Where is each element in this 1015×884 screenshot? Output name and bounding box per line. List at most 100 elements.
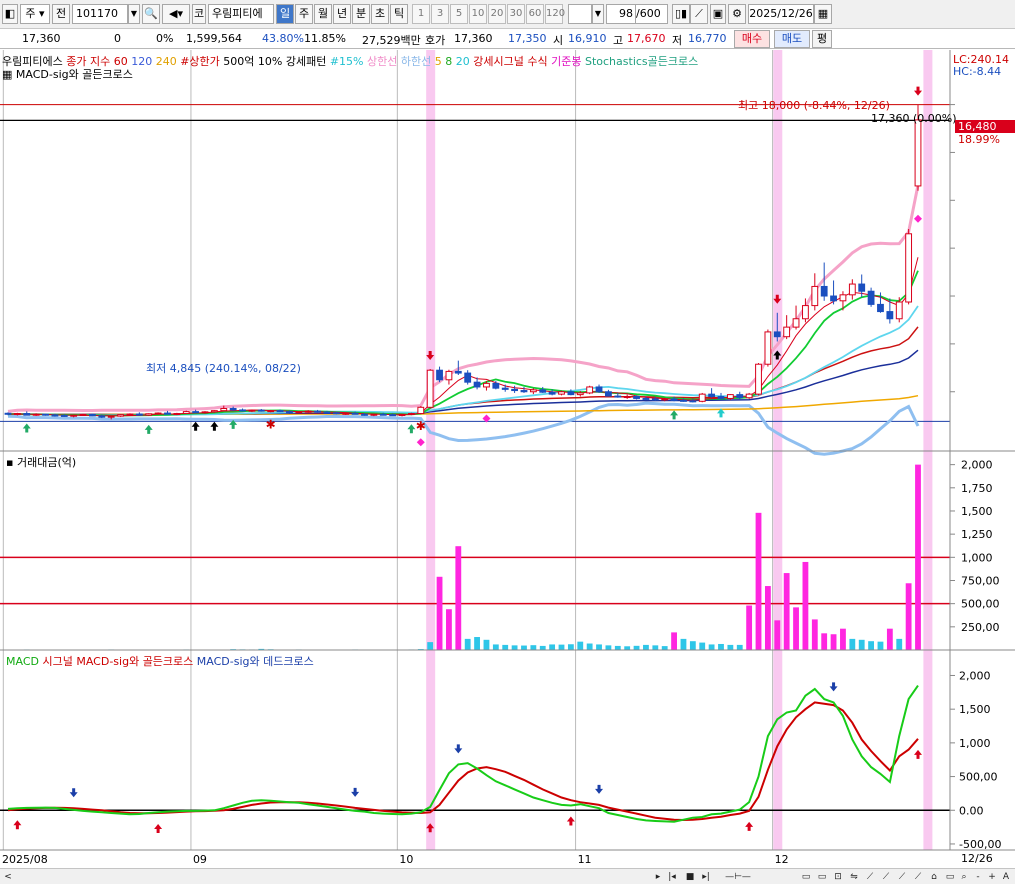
interval-input[interactable] (568, 4, 592, 24)
price-legend-item[interactable]: #15% (330, 55, 364, 68)
candle-body (314, 410, 321, 413)
price-legend-item[interactable]: 20 (456, 55, 470, 68)
period-tab-1[interactable]: 주 (295, 4, 313, 24)
volume-bar (802, 561, 809, 650)
tool-icon-9[interactable]: ⌂ (928, 871, 940, 883)
name-prefix: 코 (192, 4, 206, 24)
zoom-out-icon[interactable]: - (972, 871, 984, 883)
zoom-in-icon[interactable]: + (986, 871, 998, 883)
zoom-slider[interactable]: —⊢— (718, 871, 758, 883)
candle-body (745, 393, 753, 399)
candle-body (248, 409, 256, 412)
price-legend-item[interactable]: 강세시그널 수식 (473, 55, 547, 68)
candle-body (379, 413, 387, 416)
market-select[interactable]: 주 ▾ (20, 4, 50, 24)
volume-bar (755, 512, 762, 650)
period-tab-5[interactable]: 초 (371, 4, 389, 24)
interval-tab-0[interactable]: 1 (412, 4, 430, 24)
candle-body (783, 326, 791, 338)
macd-legend-item[interactable]: MACD-sig와 데드크로스 (197, 655, 314, 668)
candle-body (614, 395, 622, 398)
macd-tick-label: -500,00 (959, 838, 1001, 851)
code-dropdown-icon[interactable]: ▼ (128, 4, 140, 24)
candle-body (398, 413, 406, 416)
save-icon[interactable]: ▣ (710, 4, 726, 24)
trend-tool-icon[interactable]: ⟋ (690, 4, 708, 24)
quote-change: 0 (114, 32, 121, 45)
settings-gear-icon[interactable]: ⚙ (728, 4, 746, 24)
tool-icon-10[interactable]: ▭ (944, 871, 956, 883)
price-legend-item[interactable]: 상한선 (367, 55, 397, 68)
candle-body (407, 413, 415, 416)
candle-body (145, 413, 153, 416)
price-legend-item[interactable]: #상한가 (180, 55, 220, 68)
font-size-icon[interactable]: A (1000, 871, 1012, 883)
volume-bar (624, 646, 631, 650)
zoom-search-icon[interactable]: ⌕ (958, 871, 970, 883)
price-legend-item[interactable]: 500억 10% 강세패턴 (223, 55, 326, 68)
tool-icon-6[interactable]: ⟋ (880, 871, 892, 883)
interval-dropdown-icon[interactable]: ▼ (592, 4, 604, 24)
tool-icon-4[interactable]: ⇋ (848, 871, 860, 883)
tool-icon-3[interactable]: ⊡ (832, 871, 844, 883)
tool-icon-7[interactable]: ⟋ (896, 871, 908, 883)
chart-area[interactable]: ✱ ✱ 2,000 1,750 1,500 1,250 1,000 750,00 500,00… (0, 50, 1015, 868)
period-tab-2[interactable]: 월 (314, 4, 332, 24)
quote-open: 16,910 (568, 32, 607, 45)
macd-legend-item[interactable]: 시그널 (42, 655, 72, 668)
nav-stop-icon[interactable]: ■ (684, 871, 696, 883)
price-legend-item[interactable]: 기준봉 (551, 55, 581, 68)
tool-icon-2[interactable]: ▭ (816, 871, 828, 883)
sound-icon[interactable]: ◀▾ (162, 4, 190, 24)
date-input[interactable]: 2025/12/26 (748, 4, 814, 24)
price-legend-item[interactable]: Stochastics골든크로스 (585, 55, 698, 68)
tool-icon-1[interactable]: ▭ (800, 871, 812, 883)
avg-button[interactable]: 평 (812, 30, 832, 48)
buy-button[interactable]: 매수 (734, 30, 770, 48)
tool-icon-8[interactable]: ⟋ (912, 871, 924, 883)
macd-legend-item[interactable]: MACD-sig와 골든크로스 (76, 655, 193, 668)
price-legend-item[interactable]: 240 (156, 55, 177, 68)
nav-prev-icon[interactable]: ▸ (652, 871, 664, 883)
period-tab-6[interactable]: 틱 (390, 4, 408, 24)
volume-bar (746, 605, 753, 650)
interval-tab-4[interactable]: 20 (488, 4, 506, 24)
count-input[interactable]: 98 (606, 4, 636, 24)
quote-other-pct: 11.85% (304, 32, 346, 45)
stock-name-field[interactable]: 우림피티에 (208, 4, 274, 24)
search-icon[interactable]: 🔍 (142, 4, 160, 24)
calendar-icon[interactable]: ▦ (814, 4, 832, 24)
candle-body (98, 415, 106, 418)
macd-legend-item[interactable]: MACD (6, 655, 39, 668)
volume-bar (558, 644, 565, 650)
candle-type-icon[interactable]: ▯▮ (672, 4, 690, 24)
period-tab-4[interactable]: 분 (352, 4, 370, 24)
tool-icon-5[interactable]: ⟋ (864, 871, 876, 883)
nav-first-icon[interactable]: |◂ (666, 871, 678, 883)
period-tab-3[interactable]: 년 (333, 4, 351, 24)
volume-tick-label: 250,00 (961, 621, 1000, 634)
price-legend-item[interactable]: 하한선 (401, 55, 431, 68)
price-legend-item[interactable]: 8 (445, 55, 452, 68)
price-legend-item[interactable]: 5 (435, 55, 442, 68)
interval-tab-6[interactable]: 60 (526, 4, 544, 24)
price-legend-item[interactable]: 120 (131, 55, 152, 68)
volume-bar (764, 586, 771, 650)
interval-tab-1[interactable]: 3 (431, 4, 449, 24)
nav-last-icon[interactable]: ▸| (700, 871, 712, 883)
volume-bar (783, 573, 790, 650)
interval-tab-5[interactable]: 30 (507, 4, 525, 24)
interval-tab-7[interactable]: 120 (545, 4, 565, 24)
scroll-left-icon[interactable]: < (2, 871, 14, 883)
volume-bar (868, 641, 875, 650)
interval-tab-3[interactable]: 10 (469, 4, 487, 24)
interval-tab-2[interactable]: 5 (450, 4, 468, 24)
macd-tick-label: 0.00 (959, 804, 984, 817)
prev-button[interactable]: 전 (52, 4, 70, 24)
period-tab-0[interactable]: 일 (276, 4, 294, 24)
chart-background (0, 50, 1015, 868)
sell-button[interactable]: 매도 (774, 30, 810, 48)
layout-icon[interactable]: ◧ (2, 4, 18, 24)
volume-bar (539, 645, 546, 650)
code-input[interactable]: 101170 (72, 4, 128, 24)
